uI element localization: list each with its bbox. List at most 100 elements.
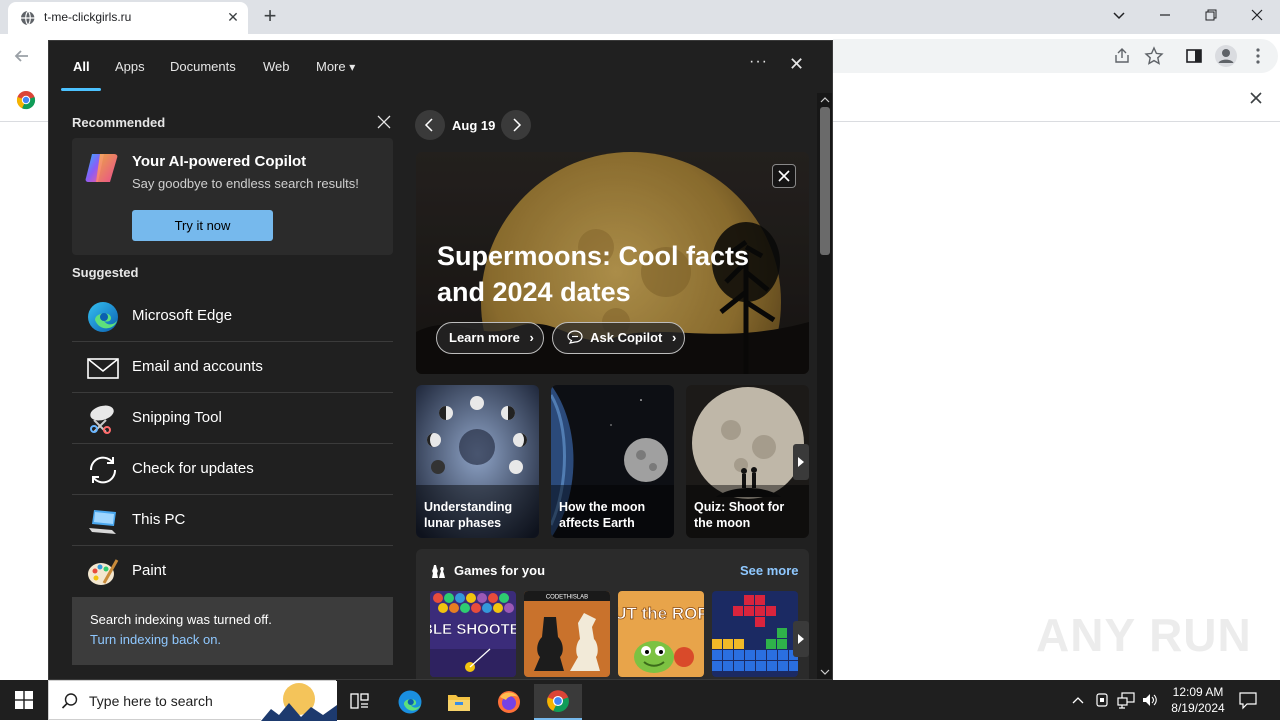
game-tile-bubble-shooter[interactable]: BUBBLE SHOOTER HD [430, 591, 516, 677]
scrollbar-thumb[interactable] [820, 107, 830, 255]
computer-icon [89, 510, 116, 534]
back-arrow-icon[interactable] [12, 46, 32, 66]
recommended-heading: Recommended [72, 115, 166, 130]
share-icon[interactable] [1112, 46, 1132, 66]
tab-more-label: More [316, 59, 346, 74]
snipping-tool-icon [90, 405, 114, 434]
close-icon [778, 170, 790, 182]
games-section: Games for you See more BUBBLE SHOOTER HD… [416, 549, 809, 679]
game-tile-blocks[interactable] [712, 591, 798, 677]
app-row-check-updates[interactable]: Check for updates [72, 445, 393, 495]
date-label: Aug 19 [452, 118, 496, 133]
hero-close-button[interactable] [772, 164, 796, 188]
games-next-button[interactable] [793, 621, 809, 657]
bookmark-star-icon[interactable] [1144, 46, 1164, 66]
network-icon[interactable] [1116, 690, 1136, 710]
chevron-left-icon [424, 118, 433, 132]
app-row-edge[interactable]: Microsoft Edge [72, 292, 393, 342]
game-tile-cut-the-rope[interactable]: CUT the ROPE [618, 591, 704, 677]
turn-indexing-on-link[interactable]: Turn indexing back on. [90, 632, 221, 647]
copilot-card[interactable]: Your AI-powered Copilot Say goodbye to e… [72, 138, 393, 255]
paint-icon [88, 559, 119, 585]
see-more-link[interactable]: See more [740, 563, 799, 578]
tab-documents[interactable]: Documents [170, 59, 236, 74]
taskbar-search-box[interactable]: Type here to search [48, 680, 337, 721]
app-row-this-pc[interactable]: This PC [72, 496, 393, 546]
notifications-icon[interactable] [1238, 690, 1258, 710]
dismiss-recommended-icon[interactable] [377, 115, 391, 129]
system-clock[interactable]: 12:09 AM 8/19/2024 [1160, 684, 1236, 716]
app-label: Paint [132, 562, 167, 579]
next-date-button[interactable] [501, 110, 531, 140]
game-title-art: CODETHISLAB [546, 595, 588, 601]
profile-avatar-icon[interactable] [1214, 44, 1238, 68]
copilot-title: Your AI-powered Copilot [132, 153, 307, 170]
cut-the-rope-image: CUT the ROPE [618, 591, 704, 677]
copilot-logo-icon [85, 154, 118, 182]
device-icon[interactable] [1092, 690, 1112, 710]
chess-pieces-icon [432, 565, 445, 578]
app-label: Email and accounts [132, 358, 263, 375]
tab-close-icon[interactable]: ✕ [224, 8, 242, 26]
edge-icon [88, 302, 118, 332]
tab-more[interactable]: More ▾ [316, 59, 355, 74]
taskbar-edge[interactable] [386, 684, 434, 720]
game-tile-chess[interactable]: CODETHISLAB [524, 591, 610, 677]
scrollbar[interactable] [817, 93, 833, 679]
close-panel-icon[interactable]: ✕ [789, 54, 804, 75]
chevron-right-icon: › [672, 330, 677, 345]
tab-web[interactable]: Web [263, 59, 290, 74]
article-title: How the moon affects Earth [559, 500, 646, 530]
hero-title: Supermoons: Cool facts and 2024 dates [437, 241, 750, 307]
tab-search-icon[interactable] [1096, 0, 1142, 30]
app-label: Snipping Tool [132, 409, 222, 426]
app-row-snipping-tool[interactable]: Snipping Tool [72, 394, 393, 444]
chevron-down-icon: ▾ [349, 60, 356, 74]
chat-bubble-icon [567, 330, 583, 344]
browser-tab[interactable]: t-me-clickgirls.ru ✕ [8, 2, 248, 34]
start-button[interactable] [0, 680, 48, 720]
article-card[interactable]: How the moon affects Earth [551, 385, 674, 538]
app-label: Check for updates [132, 460, 254, 477]
kebab-menu-icon[interactable] [1252, 46, 1264, 66]
article-card[interactable]: Quiz: Shoot for the moon [686, 385, 809, 538]
learn-more-label: Learn more [449, 330, 520, 345]
search-highlight-moon-icon [261, 681, 337, 721]
search-icon [61, 693, 78, 709]
hero-card[interactable]: Supermoons: Cool facts and 2024 dates Le… [416, 152, 809, 374]
windows-search-panel: All Apps Documents Web More ▾ ··· ✕ Reco… [48, 40, 833, 680]
app-row-paint[interactable]: Paint [72, 547, 393, 597]
article-card[interactable]: Understanding lunar phases [416, 385, 539, 538]
taskbar-file-explorer[interactable] [435, 684, 483, 720]
address-bar[interactable] [833, 39, 1278, 73]
taskbar: Type here to search 12:09 AM 8/19/2024 [0, 680, 1280, 721]
tab-apps[interactable]: Apps [115, 59, 145, 74]
game-title-art: BUBBLE SHOOTER HD [430, 621, 516, 638]
close-window-icon[interactable] [1234, 0, 1280, 30]
side-panel-icon[interactable] [1184, 46, 1204, 66]
carousel-next-button[interactable] [793, 444, 809, 480]
try-it-now-button[interactable]: Try it now [132, 210, 273, 241]
chess-image: CODETHISLAB [524, 591, 610, 677]
show-hidden-icons-chevron-icon[interactable] [1068, 690, 1088, 710]
learn-more-button[interactable]: Learn more › [436, 322, 544, 354]
tab-all[interactable]: All [73, 59, 90, 74]
more-options-icon[interactable]: ··· [749, 53, 768, 71]
scroll-down-icon[interactable] [817, 665, 833, 679]
restore-icon[interactable] [1188, 0, 1234, 30]
chrome-logo-icon [16, 90, 36, 110]
scroll-up-icon[interactable] [817, 93, 833, 107]
infobar-close-icon[interactable] [1248, 90, 1264, 106]
volume-icon[interactable] [1140, 690, 1160, 710]
new-tab-button[interactable]: + [258, 5, 282, 29]
previous-date-button[interactable] [415, 110, 445, 140]
caret-right-icon [798, 634, 804, 644]
ask-copilot-button[interactable]: Ask Copilot › [552, 322, 685, 354]
app-row-email[interactable]: Email and accounts [72, 343, 393, 393]
article-title: Quiz: Shoot for the moon [694, 500, 785, 530]
task-view-button[interactable] [336, 684, 384, 720]
taskbar-firefox[interactable] [485, 684, 533, 720]
indexing-message: Search indexing was turned off. [90, 612, 272, 627]
taskbar-chrome[interactable] [534, 684, 582, 720]
minimize-icon[interactable] [1142, 0, 1188, 30]
